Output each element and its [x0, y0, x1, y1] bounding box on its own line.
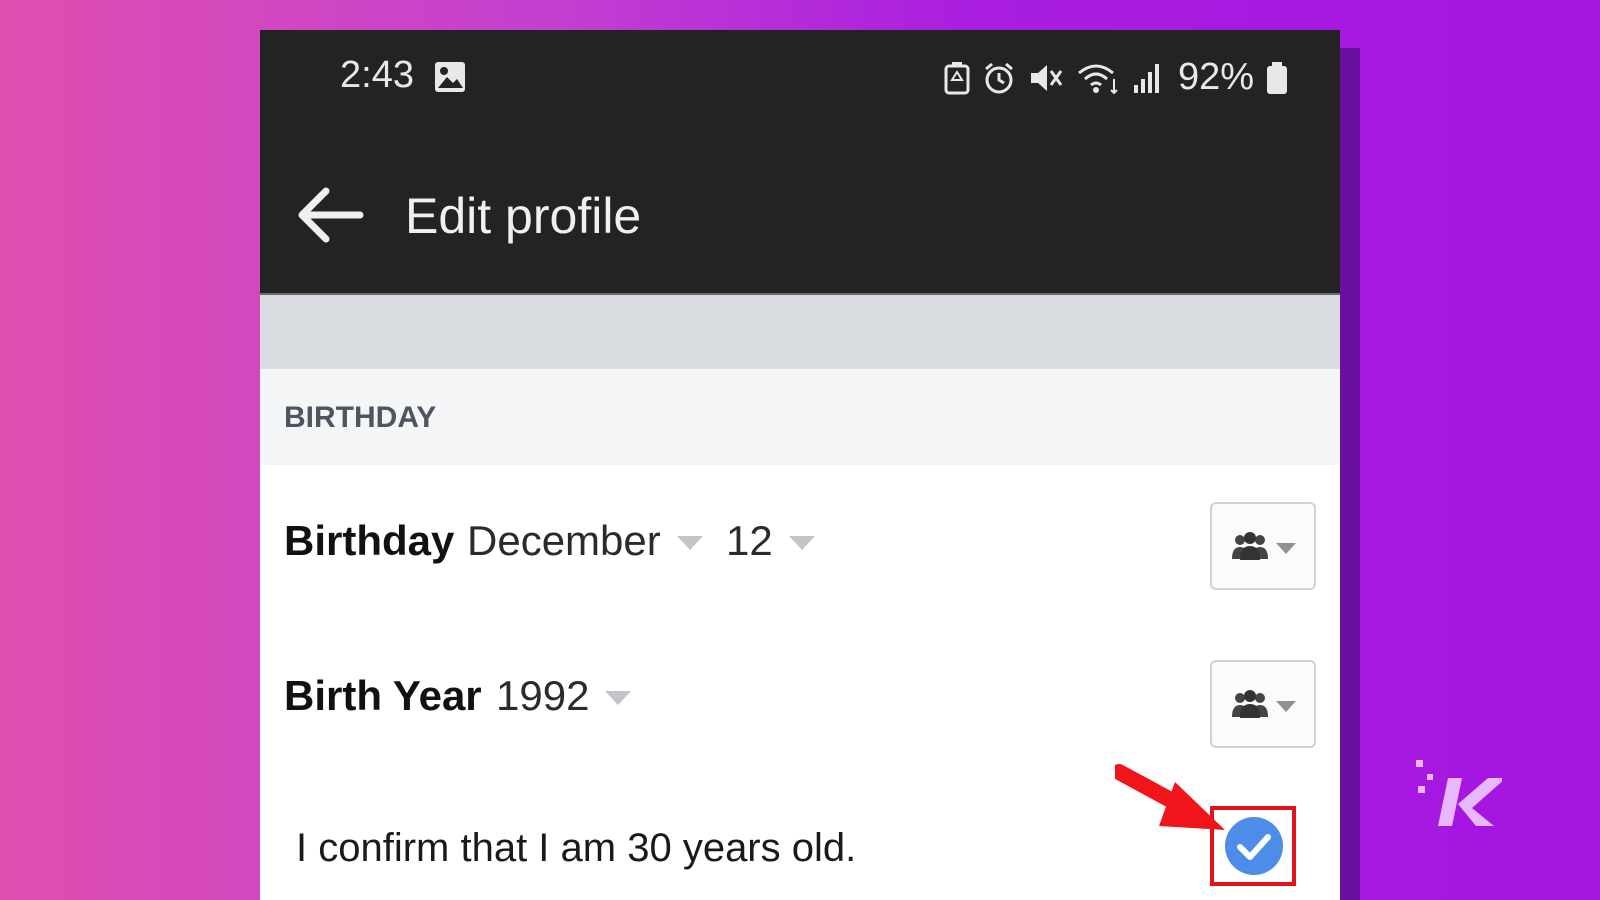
- birthday-label: Birthday: [284, 517, 455, 564]
- battery-percent: 92%: [1177, 56, 1254, 98]
- section-header: BIRTHDAY: [260, 369, 1340, 465]
- section-title: BIRTHDAY: [284, 401, 437, 434]
- month-select[interactable]: December: [467, 517, 703, 565]
- confirm-age-text: I confirm that I am 30 years old.: [296, 826, 857, 870]
- battery-icon: [1267, 61, 1287, 94]
- year-value: 1992: [496, 672, 590, 719]
- gallery-icon: [435, 62, 465, 92]
- birth-year-row: Birth Year 1992: [260, 620, 1340, 780]
- friends-icon: [1232, 532, 1268, 560]
- arrow-left-icon[interactable]: [296, 185, 366, 245]
- red-arrow-icon: [1115, 764, 1225, 830]
- month-value: December: [467, 517, 661, 564]
- chevron-down-icon: [788, 536, 815, 550]
- app-bar: Edit profile: [260, 125, 1340, 293]
- mute-icon: [1030, 64, 1063, 91]
- day-select[interactable]: 12: [726, 517, 815, 565]
- chevron-down-icon: [605, 691, 632, 705]
- birth-year-audience-button[interactable]: [1210, 660, 1316, 748]
- day-value: 12: [726, 517, 773, 564]
- birthday-audience-button[interactable]: [1210, 502, 1316, 590]
- section-divider: [260, 293, 1340, 371]
- alarm-icon: [984, 62, 1013, 93]
- battery-saver-icon: [944, 61, 970, 94]
- knowtechie-logo-icon: [1416, 760, 1502, 826]
- chevron-down-icon: [1276, 700, 1296, 712]
- chevron-down-icon: [676, 536, 703, 550]
- status-time: 2:43: [340, 54, 414, 96]
- page-title: Edit profile: [405, 188, 642, 244]
- chevron-down-icon: [1276, 542, 1296, 554]
- birth-year-label: Birth Year: [284, 672, 482, 719]
- confirm-check-icon[interactable]: [1224, 816, 1284, 876]
- birthday-row: Birthday December 12: [260, 465, 1340, 625]
- signal-icon: [1133, 63, 1159, 93]
- status-bar: 2:43 92%: [260, 30, 1340, 125]
- year-select[interactable]: 1992: [496, 672, 632, 720]
- friends-icon: [1232, 690, 1268, 718]
- status-icons: 92%: [944, 56, 1288, 99]
- wifi-icon: [1077, 64, 1118, 94]
